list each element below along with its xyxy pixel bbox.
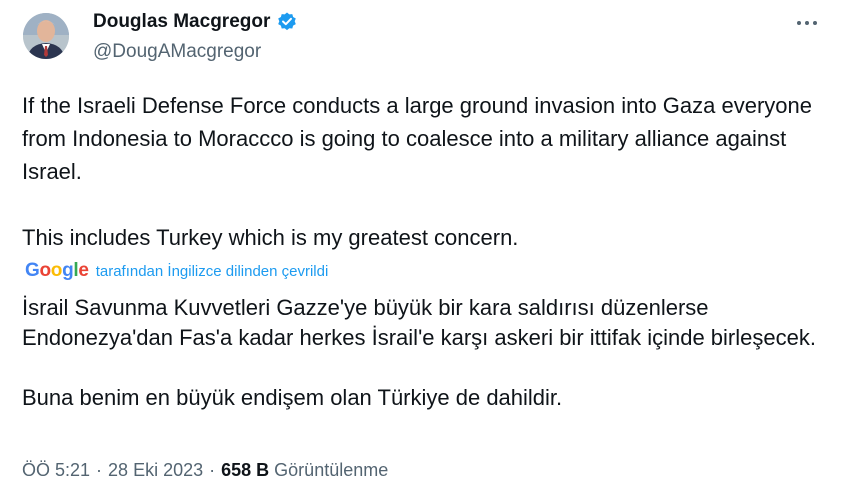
tweet-paragraph: This includes Turkey which is my greates… bbox=[22, 225, 519, 250]
translation-attribution[interactable]: Google tarafından İngilizce dilinden çev… bbox=[25, 260, 328, 282]
translated-paragraph: Buna benim en büyük endişem olan Türkiye… bbox=[22, 385, 563, 410]
author-handle[interactable]: @DougAMacgregor bbox=[93, 41, 261, 63]
tweet-text: If the Israeli Defense Force conducts a … bbox=[22, 89, 832, 254]
translation-label[interactable]: tarafından İngilizce dilinden çevrildi bbox=[96, 263, 329, 280]
avatar[interactable] bbox=[23, 13, 69, 59]
more-options-button[interactable] bbox=[792, 8, 822, 38]
meta-separator: · bbox=[96, 460, 103, 480]
translated-text: İsrail Savunma Kuvvetleri Gazze'ye büyük… bbox=[22, 293, 832, 413]
meta-separator: · bbox=[209, 460, 216, 480]
author-display-name[interactable]: Douglas Macgregor bbox=[93, 11, 270, 33]
more-dots-icon bbox=[797, 21, 817, 25]
tweet-card: Douglas Macgregor @DougAMacgregor If the… bbox=[0, 0, 850, 500]
tweet-meta: ÖÖ 5:21 · 28 Eki 2023 · 658 B Görüntülen… bbox=[22, 460, 388, 481]
tweet-paragraph: If the Israeli Defense Force conducts a … bbox=[22, 93, 813, 184]
verified-badge-icon[interactable] bbox=[276, 11, 298, 33]
avatar-image bbox=[23, 13, 69, 59]
views-label[interactable]: Görüntülenme bbox=[274, 460, 388, 481]
tweet-date[interactable]: 28 Eki 2023 bbox=[108, 460, 203, 481]
views-count[interactable]: 658 B bbox=[221, 460, 269, 481]
author-name-row: Douglas Macgregor bbox=[93, 11, 298, 33]
google-logo: Google bbox=[25, 260, 89, 281]
translated-paragraph: İsrail Savunma Kuvvetleri Gazze'ye büyük… bbox=[22, 295, 816, 350]
tweet-time[interactable]: ÖÖ 5:21 bbox=[22, 460, 90, 481]
